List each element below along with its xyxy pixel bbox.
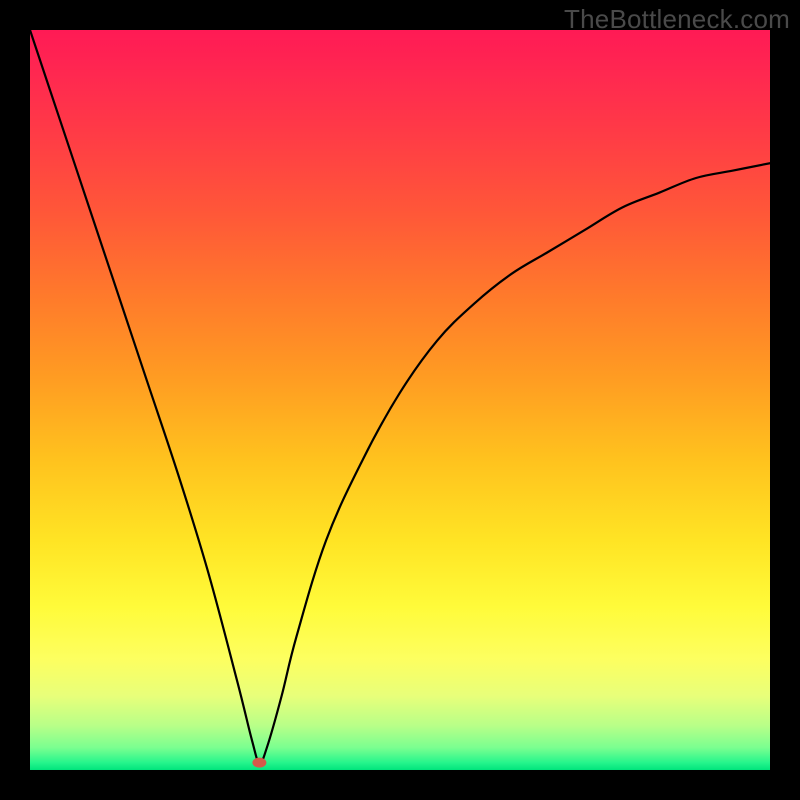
plot-area	[30, 30, 770, 770]
bottleneck-curve-svg	[30, 30, 770, 770]
bottleneck-curve-path	[30, 30, 770, 763]
watermark-text: TheBottleneck.com	[564, 4, 790, 35]
chart-frame: TheBottleneck.com	[0, 0, 800, 800]
optimal-point-marker	[252, 758, 266, 768]
